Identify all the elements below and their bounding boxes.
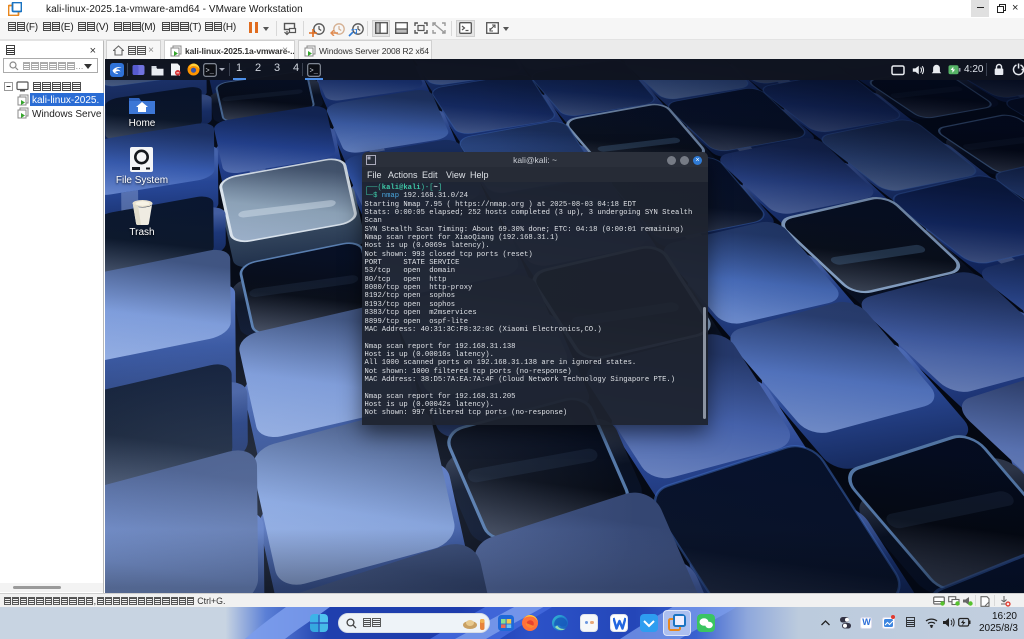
svg-text:>_: >_ xyxy=(206,67,215,75)
svg-text:>_: >_ xyxy=(310,67,319,75)
